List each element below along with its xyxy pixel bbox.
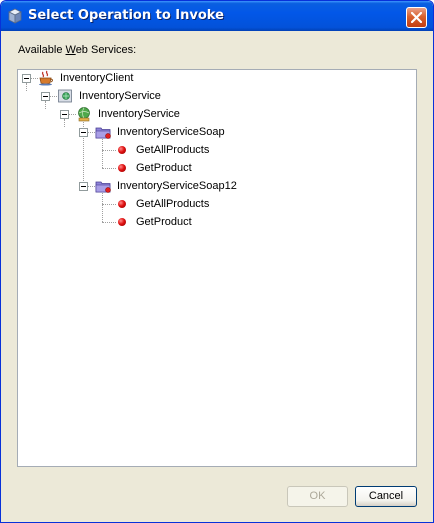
- close-icon: [411, 12, 422, 23]
- tree-node-port-group[interactable]: InventoryService: [18, 106, 318, 124]
- tree-node-operation[interactable]: GetProduct: [18, 214, 318, 232]
- dialog-window: Select Operation to Invoke Available Web…: [0, 0, 434, 523]
- web-services-label: Available Web Services:: [18, 44, 137, 56]
- red-dot-icon: [118, 218, 126, 226]
- tree-node-label: GetAllProducts: [136, 144, 210, 156]
- tree-node-label: InventoryServiceSoap: [117, 126, 225, 138]
- tree-node-label: InventoryService: [98, 108, 180, 120]
- dialog-content: Available Web Services: InventoryClient …: [4, 31, 430, 519]
- web-service-icon: [58, 89, 72, 103]
- tree-node-client[interactable]: InventoryClient: [18, 70, 318, 88]
- tree-node-label: GetProduct: [136, 162, 192, 174]
- tree-node-operation[interactable]: GetAllProducts: [18, 196, 318, 214]
- tree-node-operation[interactable]: GetAllProducts: [18, 142, 318, 160]
- red-dot-icon: [118, 200, 126, 208]
- globe-person-icon: [78, 107, 90, 122]
- tree-node-label: InventoryClient: [60, 72, 134, 84]
- title-bar[interactable]: Select Operation to Invoke: [1, 1, 433, 31]
- folder-port-icon: [95, 181, 111, 193]
- tree-node-label: GetAllProducts: [136, 198, 210, 210]
- red-dot-icon: [118, 146, 126, 154]
- services-tree[interactable]: InventoryClient InventoryService Invento…: [17, 69, 417, 467]
- ok-button[interactable]: OK: [287, 486, 348, 507]
- tree-node-operation[interactable]: GetProduct: [18, 160, 318, 178]
- folder-port-icon: [95, 127, 111, 139]
- cube-icon: [8, 8, 22, 24]
- coffee-cup-icon: [39, 70, 53, 86]
- collapse-toggle[interactable]: [79, 128, 88, 137]
- tree-node-label: InventoryServiceSoap12: [117, 180, 237, 192]
- dialog-title: Select Operation to Invoke: [28, 8, 224, 23]
- cancel-button[interactable]: Cancel: [355, 486, 417, 507]
- tree-node-port-soap[interactable]: InventoryServiceSoap: [18, 124, 318, 142]
- collapse-toggle[interactable]: [79, 182, 88, 191]
- tree-node-label: InventoryService: [79, 90, 161, 102]
- tree-node-port-soap12[interactable]: InventoryServiceSoap12: [18, 178, 318, 196]
- tree-node-service[interactable]: InventoryService: [18, 88, 318, 106]
- collapse-toggle[interactable]: [41, 92, 50, 101]
- collapse-toggle[interactable]: [60, 110, 69, 119]
- tree-node-label: GetProduct: [136, 216, 192, 228]
- red-dot-icon: [118, 164, 126, 172]
- collapse-toggle[interactable]: [22, 74, 31, 83]
- close-button[interactable]: [406, 7, 427, 28]
